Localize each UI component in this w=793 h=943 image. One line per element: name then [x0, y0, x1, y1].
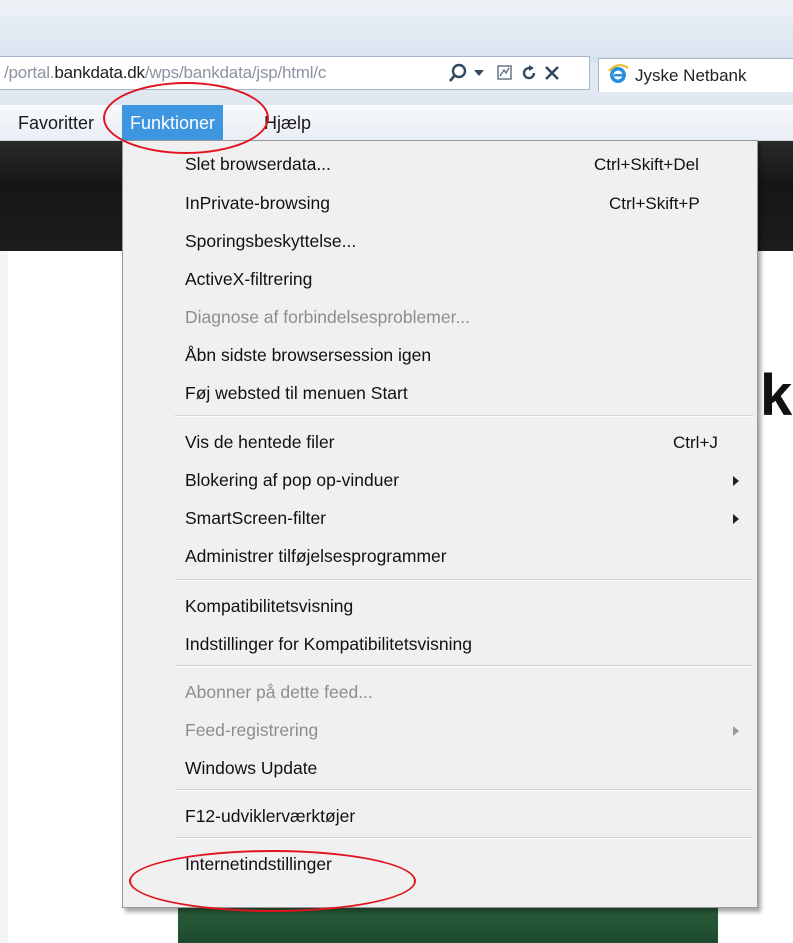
menu-item-label: Kompatibilitetsvisning	[185, 596, 354, 616]
menu-item: Diagnose af forbindelsesproblemer...	[129, 299, 751, 336]
menu-item-label: SmartScreen-filter	[185, 508, 327, 528]
menu-favoritter[interactable]: Favoritter	[18, 105, 94, 141]
menu-item[interactable]: F12-udviklerværktøjer	[129, 798, 751, 835]
stop-icon[interactable]	[544, 62, 560, 84]
browser-tab[interactable]: Jyske Netbank	[598, 58, 793, 92]
menu-item-label: Blokering af pop op-vinduer	[185, 470, 400, 490]
menu-item[interactable]: ActiveX-filtrering	[129, 261, 751, 298]
page-heading-fragment: k	[760, 363, 793, 428]
menu-item[interactable]: Blokering af pop op-vinduer	[129, 462, 751, 499]
submenu-arrow-icon	[733, 513, 739, 524]
menu-item-shortcut: Ctrl+Skift+P	[609, 193, 700, 213]
menu-hjaelp[interactable]: Hjælp	[264, 105, 311, 141]
menu-item-label: Føj websted til menuen Start	[185, 383, 408, 403]
menu-item[interactable]: Åbn sidste browsersession igen	[129, 337, 751, 374]
menu-item-label: Windows Update	[185, 758, 318, 778]
annotation-oval-internetindstillinger	[129, 850, 416, 912]
menu-item[interactable]: Vis de hentede filer Ctrl+J	[129, 424, 751, 461]
menu-separator	[175, 665, 753, 667]
menu-item-label: F12-udviklerværktøjer	[185, 806, 356, 826]
menu-item-label: InPrivate-browsing	[185, 193, 330, 213]
menu-separator	[175, 789, 753, 791]
menu-item-label: Vis de hentede filer	[185, 432, 335, 452]
menu-item[interactable]: SmartScreen-filter	[129, 500, 751, 537]
menu-item[interactable]: Indstillinger for Kompatibilitetsvisning	[129, 626, 751, 663]
refresh-icon[interactable]	[520, 62, 538, 84]
menu-item-shortcut: Ctrl+J	[673, 432, 718, 452]
menu-item[interactable]: Føj websted til menuen Start	[129, 375, 751, 412]
compat-view-icon[interactable]	[496, 62, 514, 84]
dropdown-arrow-icon[interactable]	[474, 62, 484, 84]
menu-separator	[175, 579, 753, 581]
address-bar[interactable]: /portal.bankdata.dk/wps/bankdata/jsp/htm…	[0, 56, 590, 90]
menu-item-label: Sporingsbeskyttelse...	[185, 231, 357, 251]
menu-item-label: Administrer tilføjelsesprogrammer	[185, 546, 447, 566]
ie-logo-icon	[607, 63, 629, 89]
menu-item-label: Indstillinger for Kompatibilitetsvisning	[185, 634, 472, 654]
menu-item[interactable]: Sporingsbeskyttelse...	[129, 223, 751, 260]
menu-separator	[175, 837, 753, 839]
menu-separator	[175, 415, 753, 417]
tab-title: Jyske Netbank	[635, 65, 747, 85]
menu-item[interactable]: InPrivate-browsing Ctrl+Skift+P	[129, 185, 751, 222]
menu-item-label: Abonner på dette feed...	[185, 682, 373, 702]
menu-item-label: Slet browserdata...	[185, 154, 331, 174]
menu-item-label: Feed-registrering	[185, 720, 319, 740]
menu-item-shortcut: Ctrl+Skift+Del	[594, 154, 699, 174]
submenu-arrow-icon	[733, 725, 739, 736]
url-text[interactable]: /portal.bankdata.dk/wps/bankdata/jsp/htm…	[0, 63, 440, 83]
menu-item[interactable]: Windows Update	[129, 750, 751, 787]
funktioner-dropdown-menu: Slet browserdata... Ctrl+Skift+Del InPriva…	[122, 140, 758, 908]
menu-item[interactable]: Kompatibilitetsvisning	[129, 588, 751, 625]
menu-item-label: Diagnose af forbindelsesproblemer...	[185, 307, 471, 327]
menu-item[interactable]: Administrer tilføjelsesprogrammer	[129, 538, 751, 575]
menu-item-label: ActiveX-filtrering	[185, 269, 313, 289]
menu-item[interactable]: Slet browserdata... Ctrl+Skift+Del	[129, 146, 751, 183]
menu-item-label: Åbn sidste browsersession igen	[185, 345, 432, 365]
submenu-arrow-icon	[733, 475, 739, 486]
annotation-oval-funktioner	[103, 82, 269, 154]
menu-item: Feed-registrering	[129, 712, 751, 749]
menu-item: Abonner på dette feed...	[129, 674, 751, 711]
search-icon[interactable]	[448, 62, 468, 84]
